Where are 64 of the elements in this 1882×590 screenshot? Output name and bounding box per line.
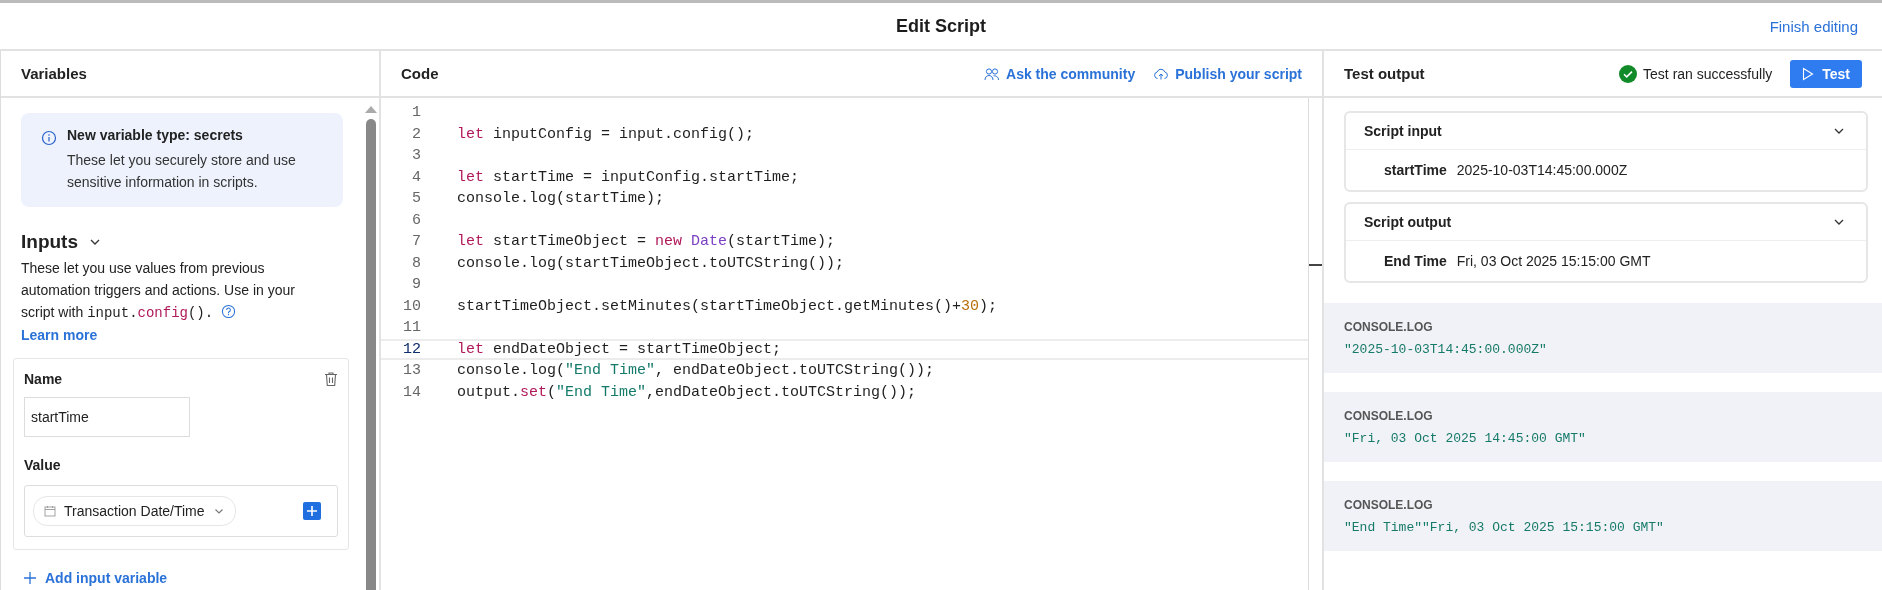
line-number: 8	[411, 254, 421, 272]
name-input[interactable]: startTime	[24, 397, 190, 437]
value-token[interactable]: Transaction Date/Time	[33, 496, 236, 526]
output-value: 2025-10-03T14:45:00.000Z	[1456, 162, 1628, 178]
play-icon	[1802, 66, 1815, 81]
line-number: 5	[411, 190, 421, 208]
section-heading: Inputs	[21, 231, 78, 253]
trash-icon[interactable]	[324, 371, 338, 387]
log-label: CONSOLE.LOG	[1344, 408, 1434, 423]
line-number: 14	[402, 383, 421, 401]
field-label: Name	[24, 371, 63, 387]
learn-more-link[interactable]: Learn more	[21, 327, 98, 343]
plus-icon	[23, 571, 37, 585]
line-number: 9	[411, 276, 421, 294]
test-button[interactable]: Test	[1790, 59, 1862, 88]
value-field[interactable]: Transaction Date/Time	[24, 485, 338, 537]
code-line[interactable]: let inputConfig = input.config();	[457, 125, 755, 143]
line-number: 1	[411, 104, 421, 122]
output-key: End Time	[1384, 253, 1447, 269]
window-title: Edit Script	[896, 15, 986, 37]
test-status: Test ran successfully	[1643, 65, 1773, 82]
code-line[interactable]: startTimeObject.setMinutes(startTimeObject.getMinutes()+30);	[457, 297, 998, 315]
panel-title: Test output	[1344, 65, 1425, 82]
card-title: Script input	[1364, 123, 1442, 139]
output-key: startTime	[1384, 162, 1447, 178]
code-line[interactable]: console.log(startTime);	[457, 190, 665, 208]
finish-editing-link[interactable]: Finish editing	[1769, 17, 1858, 35]
callout-text: These let you securely store and use sensitive information in scripts.	[67, 151, 297, 192]
line-number: 2	[411, 125, 421, 143]
ask-community-link[interactable]: Ask the community	[984, 65, 1136, 82]
code-line[interactable]: let startTime = inputConfig.startTime;	[457, 168, 800, 186]
output-value: Fri, 03 Oct 2025 15:15:00 GMT	[1456, 253, 1651, 269]
publish-script-link[interactable]: Publish your script	[1153, 65, 1302, 82]
code-line[interactable]: let startTimeObject = new Date(startTime);	[457, 233, 836, 251]
log-text: "Fri, 03 Oct 2025 14:45:00 GMT"	[1344, 430, 1587, 446]
calendar-icon	[44, 505, 56, 517]
add-icon[interactable]	[303, 502, 321, 520]
line-number: 12	[402, 340, 421, 358]
log-label: CONSOLE.LOG	[1344, 319, 1434, 334]
add-input-variable-link[interactable]: Add input variable	[23, 570, 168, 586]
card-title: Script output	[1364, 214, 1452, 230]
line-number: 11	[402, 319, 421, 337]
code-line[interactable]: let endDateObject = startTimeObject;	[457, 340, 782, 358]
log-text: "2025-10-03T14:45:00.000Z"	[1344, 341, 1548, 357]
people-icon	[984, 66, 1001, 81]
line-number: 10	[402, 297, 421, 315]
line-number: 6	[411, 211, 421, 229]
line-number: 7	[411, 233, 421, 251]
line-number: 4	[411, 168, 421, 186]
callout-title: New variable type: secrets	[67, 127, 244, 143]
help-icon[interactable]	[221, 304, 237, 319]
info-icon	[41, 130, 57, 146]
code-line[interactable]: console.log(startTimeObject.toUTCString());	[457, 254, 845, 272]
inputs-description: These let you use values from previous automation triggers and actions. Use in your script with input.config(). Learn more	[21, 259, 296, 345]
log-label: CONSOLE.LOG	[1344, 497, 1434, 512]
panel-title: Variables	[21, 65, 87, 82]
panel-title: Code	[401, 65, 439, 82]
field-label: Value	[24, 457, 62, 473]
code-line[interactable]: output.set("End Time",endDateObject.toUTCString());	[457, 383, 917, 401]
code-line[interactable]: console.log("End Time", endDateObject.toUTCString());	[457, 362, 935, 380]
log-text: "End Time""Fri, 03 Oct 2025 15:15:00 GMT"	[1344, 519, 1665, 535]
line-number: 13	[402, 362, 421, 380]
cloud-upload-icon	[1153, 66, 1170, 81]
line-number: 3	[411, 147, 421, 165]
